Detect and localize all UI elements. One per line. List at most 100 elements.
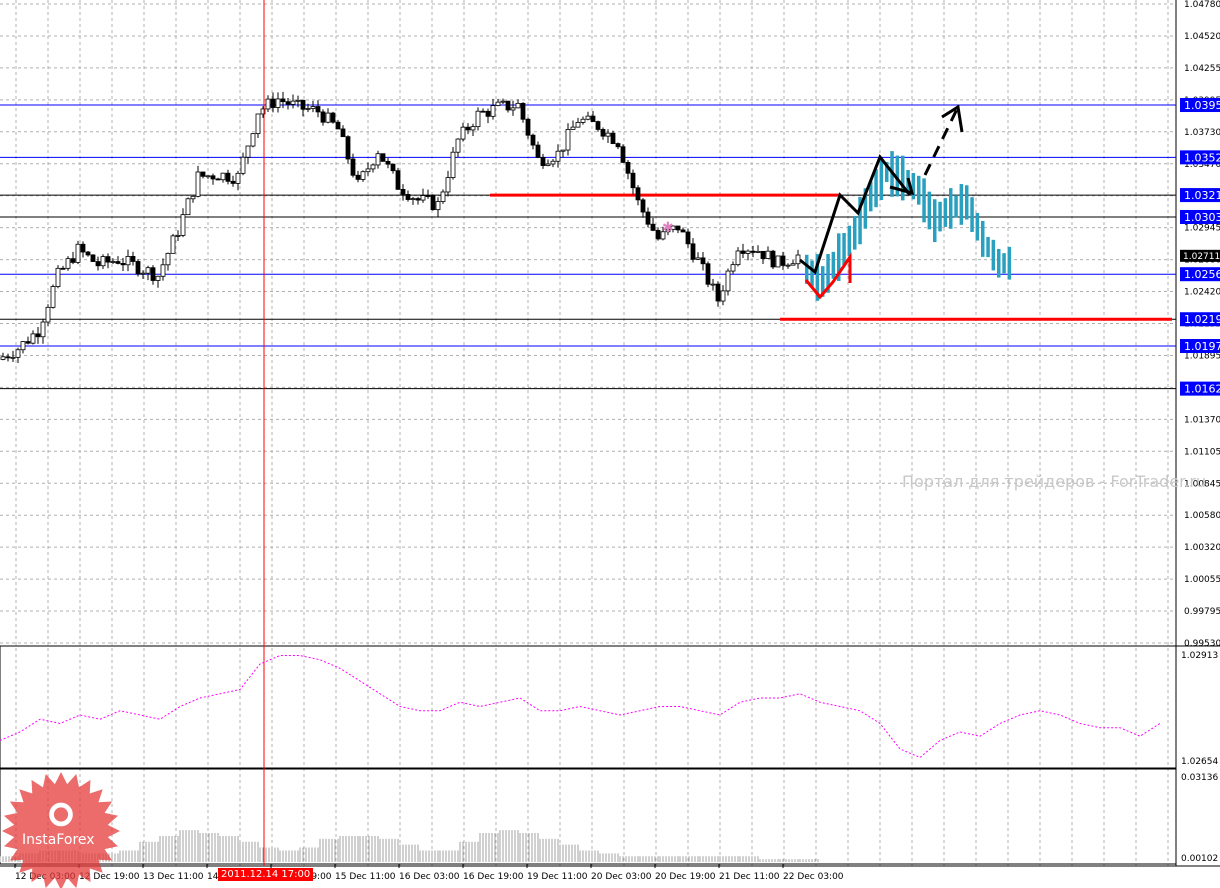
candle-body bbox=[395, 170, 401, 190]
level-label: 1.0321 bbox=[1184, 189, 1220, 202]
indicator-1-line bbox=[0, 655, 1161, 759]
candle-body bbox=[60, 267, 66, 270]
y-tick-label: 1.02420 bbox=[1184, 288, 1220, 298]
candle-body bbox=[175, 235, 181, 237]
candle-body bbox=[75, 243, 81, 263]
candle-body bbox=[710, 283, 716, 286]
candle-body bbox=[510, 107, 516, 111]
candle-body bbox=[775, 255, 781, 268]
candle-body bbox=[785, 264, 791, 267]
chart-canvas[interactable]: 1.047801.045201.042551.039951.037301.034… bbox=[0, 0, 1220, 888]
dashed-arrow-line bbox=[923, 106, 960, 176]
candle-body bbox=[400, 188, 406, 195]
candle-body bbox=[500, 100, 506, 103]
forecast-bar bbox=[959, 184, 964, 225]
forecast-bar bbox=[954, 195, 958, 218]
candle-body bbox=[440, 191, 446, 202]
candle-body bbox=[100, 256, 106, 267]
candle-body bbox=[575, 122, 581, 128]
candle-body bbox=[470, 126, 476, 131]
forecast-bar bbox=[965, 185, 969, 220]
indicator-1-max: 1.02913 bbox=[1181, 651, 1218, 661]
forecast-bar bbox=[938, 201, 942, 232]
candle-body bbox=[545, 163, 551, 166]
candle-body bbox=[35, 333, 41, 338]
y-tick-label: 1.01370 bbox=[1184, 415, 1220, 425]
candle-body bbox=[375, 153, 381, 166]
y-tick-label: 1.04520 bbox=[1184, 32, 1220, 42]
candle-body bbox=[150, 267, 156, 281]
candle-body bbox=[610, 132, 616, 144]
candle-body bbox=[685, 231, 691, 245]
forecast-bar bbox=[911, 172, 916, 200]
candle-body bbox=[715, 283, 721, 302]
candle-body bbox=[95, 261, 101, 267]
candle-body bbox=[550, 160, 556, 165]
candle-body bbox=[570, 126, 576, 130]
candle-body bbox=[325, 112, 331, 123]
candle-body bbox=[720, 290, 726, 302]
instaforex-logo bbox=[2, 772, 120, 888]
forecast-bar bbox=[927, 191, 932, 230]
forecast-bar bbox=[831, 251, 836, 279]
candle-body bbox=[290, 100, 296, 105]
candle-body bbox=[265, 98, 271, 110]
x-tick-label: 13 Dec 11:00 bbox=[143, 872, 204, 882]
candle-body bbox=[740, 250, 746, 254]
candle-body bbox=[390, 163, 396, 172]
forecast-bar bbox=[879, 160, 884, 201]
level-label: 1.0197 bbox=[1184, 340, 1220, 353]
indicator-1-min: 1.02654 bbox=[1181, 757, 1218, 767]
candle-body bbox=[270, 98, 276, 108]
y-tick-label: 1.04780 bbox=[1184, 0, 1220, 10]
candle-body bbox=[140, 272, 146, 275]
candle-body bbox=[605, 132, 611, 137]
candle-body bbox=[135, 261, 141, 275]
candle-body bbox=[620, 146, 626, 163]
candle-body bbox=[355, 174, 361, 180]
candle-body bbox=[0, 356, 6, 360]
candle-body bbox=[335, 121, 341, 130]
x-tick-label: 21 Dec 11:00 bbox=[719, 872, 780, 882]
candle-body bbox=[25, 341, 31, 344]
candle-body bbox=[340, 128, 346, 138]
candle-body bbox=[40, 321, 46, 338]
candle-body bbox=[330, 112, 336, 123]
candle-body bbox=[760, 250, 766, 259]
x-tick-label: 16 Dec 19:00 bbox=[463, 872, 524, 882]
candle-body bbox=[50, 286, 56, 308]
candle-body bbox=[320, 111, 326, 123]
y-tick-label: 1.03730 bbox=[1184, 128, 1220, 138]
candle-body bbox=[250, 133, 256, 147]
x-tick-label: 22 Dec 03:00 bbox=[783, 872, 844, 882]
candle-body bbox=[125, 256, 131, 266]
current-price-label: 1.02711 bbox=[1183, 252, 1220, 262]
candle-body bbox=[730, 264, 736, 272]
candle-body bbox=[495, 101, 501, 106]
forecast-bar bbox=[1002, 253, 1006, 274]
candle-body bbox=[655, 229, 661, 240]
crosshair-time-label: 2011.12.14 17:00 bbox=[218, 868, 314, 881]
candle-body bbox=[420, 195, 426, 201]
forecast-bar bbox=[933, 199, 937, 243]
x-tick-label: 20 Dec 03:00 bbox=[591, 872, 652, 882]
x-tick-label: 20 Dec 19:00 bbox=[655, 872, 716, 882]
candle-body bbox=[110, 261, 116, 263]
candle-body bbox=[435, 201, 441, 211]
candle-body bbox=[145, 267, 151, 274]
forecast-bar bbox=[847, 225, 852, 257]
candle-body bbox=[255, 113, 261, 135]
candle-body bbox=[20, 341, 26, 351]
candle-body bbox=[195, 171, 201, 197]
candle-body bbox=[190, 195, 196, 200]
candle-body bbox=[385, 160, 391, 165]
candle-body bbox=[650, 223, 656, 231]
forecast-bar bbox=[853, 216, 857, 250]
x-tick-label: 16 Dec 03:00 bbox=[399, 872, 460, 882]
candle-body bbox=[690, 243, 696, 260]
candle-body bbox=[405, 194, 411, 200]
candle-body bbox=[70, 258, 76, 263]
candle-body bbox=[445, 177, 451, 193]
candle-body bbox=[425, 195, 431, 197]
candle-body bbox=[370, 164, 376, 170]
